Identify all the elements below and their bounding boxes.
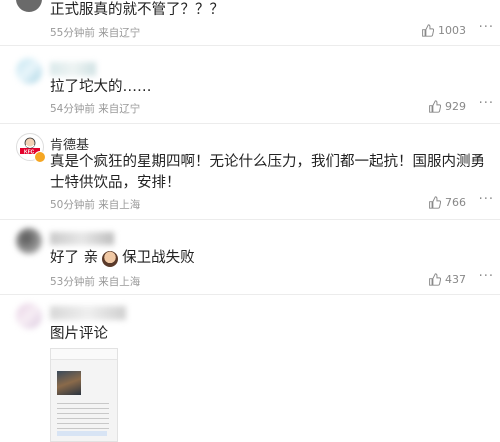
comment-text: 好了 亲 保卫战失败 <box>50 248 490 269</box>
emoji-icon <box>102 250 119 267</box>
comment-text-part: 好了 亲 <box>50 250 99 266</box>
more-dots-icon[interactable]: ··· <box>479 96 494 111</box>
avatar[interactable] <box>16 228 42 254</box>
username-censored <box>50 232 114 245</box>
thumbs-up-icon <box>429 196 441 209</box>
like-count: 1003 <box>438 24 466 37</box>
comment-meta: 53分钟前 来自上海 <box>50 276 141 288</box>
like-button[interactable]: 929 <box>428 100 466 113</box>
comment-text: 正式服真的就不管了？？？ <box>50 2 224 18</box>
avatar[interactable] <box>16 0 42 12</box>
thumbs-up-icon <box>429 100 441 113</box>
like-count: 929 <box>445 100 466 113</box>
image-game-poster <box>57 371 81 395</box>
like-count: 766 <box>445 196 466 209</box>
like-button[interactable]: 437 <box>428 273 466 286</box>
username[interactable]: 肯德基 <box>50 134 89 153</box>
comment-text: 拉了坨大的…… <box>50 79 152 95</box>
more-dots-icon[interactable]: ··· <box>479 20 494 35</box>
username-censored <box>50 62 96 76</box>
like-button[interactable]: 766 <box>428 196 466 209</box>
like-count: 437 <box>445 273 466 286</box>
image-text-lines <box>57 403 109 429</box>
comment-text: 真是个疯狂的星期四啊！无论什么压力，我们都一起抗！国服内测勇士特供饮品，安排！ <box>50 154 485 191</box>
more-dots-icon[interactable]: ··· <box>479 192 494 207</box>
avatar[interactable] <box>16 58 42 84</box>
svg-text:KFC: KFC <box>24 150 35 156</box>
comment-meta: 50分钟前 来自上海 <box>50 199 141 211</box>
divider <box>0 123 500 124</box>
divider <box>0 294 500 295</box>
image-bottom-bar <box>57 431 107 436</box>
image-top-bar <box>51 349 117 360</box>
like-button[interactable]: 1003 <box>421 24 466 37</box>
avatar[interactable] <box>16 303 42 329</box>
comment-text-part: 保卫战失败 <box>122 250 195 266</box>
divider <box>0 45 500 46</box>
thumbs-up-icon <box>422 24 434 37</box>
attached-image[interactable] <box>50 348 118 442</box>
thumbs-up-icon <box>429 273 441 286</box>
username-censored <box>50 306 126 320</box>
more-dots-icon[interactable]: ··· <box>479 269 494 284</box>
verified-badge-icon <box>34 151 46 163</box>
comment-text: 图片评论 <box>50 326 108 342</box>
divider <box>0 219 500 220</box>
comment-meta: 54分钟前 来自辽宁 <box>50 103 141 115</box>
comment-meta: 55分钟前 来自辽宁 <box>50 27 141 39</box>
